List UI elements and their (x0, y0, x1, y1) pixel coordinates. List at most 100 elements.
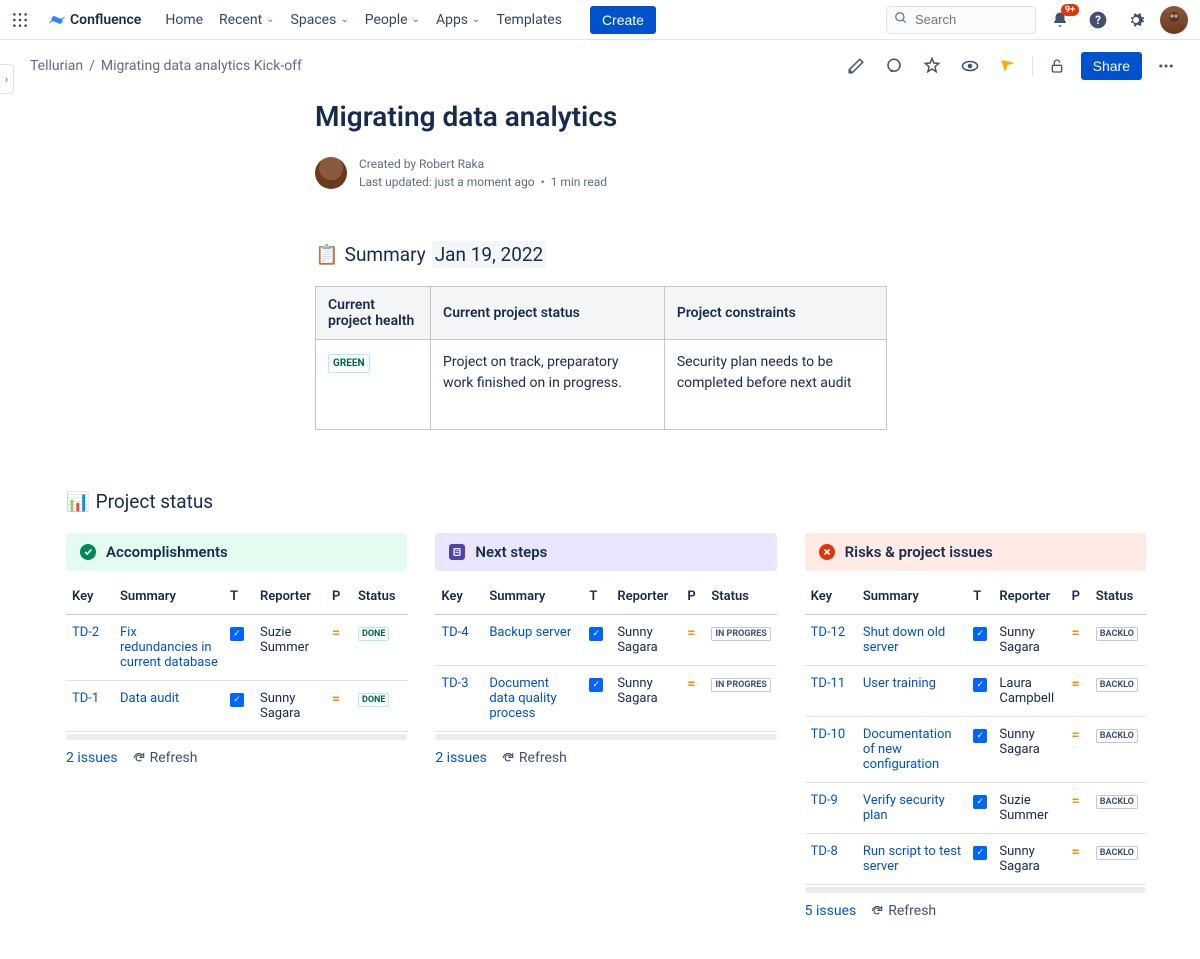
more-actions-icon[interactable] (1152, 52, 1180, 80)
star-icon[interactable] (918, 52, 946, 80)
issue-summary[interactable]: Data audit (120, 691, 179, 706)
task-type-icon: ✓ (230, 627, 244, 641)
accomplishments-column: Accomplishments KeySummaryTReporterPStat… (66, 533, 407, 766)
status-lozenge: BACKLO (1096, 846, 1138, 860)
share-button[interactable]: Share (1081, 52, 1142, 80)
project-status-heading: 📊 Project status (66, 490, 1146, 513)
issue-summary[interactable]: User training (863, 676, 936, 691)
issue-key[interactable]: TD-10 (811, 727, 846, 742)
comment-icon[interactable] (880, 52, 908, 80)
author-avatar[interactable] (315, 157, 347, 189)
priority-icon: = (1072, 727, 1080, 743)
issues-count-link[interactable]: 2 issues (66, 750, 118, 766)
priority-icon: = (687, 676, 695, 692)
table-row: TD-1Data audit✓Sunny Sagara=DONE (66, 681, 408, 732)
edit-icon[interactable] (842, 52, 870, 80)
col-header: T (583, 579, 611, 615)
app-switcher-icon[interactable] (12, 10, 32, 30)
issue-key[interactable]: TD-2 (72, 625, 99, 640)
issue-summary[interactable]: Document data quality process (489, 676, 556, 721)
watch-icon[interactable] (956, 52, 984, 80)
status-lozenge: BACKLO (1096, 795, 1138, 809)
nav-templates[interactable]: Templates (488, 6, 570, 34)
col-header: P (1066, 579, 1090, 615)
table-row: TD-12Shut down old server✓Sunny Sagara=B… (805, 615, 1146, 666)
reporter: Sunny Sagara (611, 666, 681, 732)
nav-spaces[interactable]: Spaces⌄ (283, 6, 357, 34)
issue-key[interactable]: TD-11 (811, 676, 846, 691)
status-lozenge: BACKLO (1096, 729, 1138, 743)
expand-sidebar-button[interactable]: › (0, 64, 14, 94)
issue-summary[interactable]: Backup server (489, 625, 571, 640)
priority-icon: = (332, 691, 340, 707)
settings-icon[interactable] (1122, 6, 1150, 34)
scroll-indicator[interactable] (66, 734, 407, 740)
search-icon (894, 11, 908, 29)
issues-count-link[interactable]: 5 issues (805, 903, 857, 919)
task-type-icon: ✓ (973, 846, 987, 860)
reporter: Sunny Sagara (993, 834, 1065, 885)
issue-key[interactable]: TD-3 (441, 676, 468, 691)
priority-icon: = (1072, 793, 1080, 809)
risks-table: KeySummaryTReporterPStatus TD-12Shut dow… (805, 579, 1146, 885)
refresh-button[interactable]: Refresh (132, 750, 198, 766)
nav-apps[interactable]: Apps⌄ (428, 6, 488, 34)
col-header: Status (1090, 579, 1146, 615)
task-type-icon: ✓ (973, 678, 987, 692)
nav-people[interactable]: People⌄ (357, 6, 428, 34)
issue-summary[interactable]: Verify security plan (863, 793, 945, 823)
refresh-button[interactable]: Refresh (870, 903, 936, 919)
top-nav: Confluence HomeRecent⌄Spaces⌄People⌄Apps… (0, 0, 1200, 40)
health-badge: GREEN (328, 354, 370, 373)
col-header: P (326, 579, 352, 615)
breadcrumb-page[interactable]: Migrating data analytics Kick-off (101, 58, 302, 74)
chevron-down-icon: ⌄ (412, 14, 420, 25)
presenter-icon[interactable] (994, 52, 1022, 80)
create-button[interactable]: Create (590, 6, 656, 34)
restrictions-icon[interactable] (1043, 52, 1071, 80)
issue-key[interactable]: TD-4 (441, 625, 468, 640)
nav-recent[interactable]: Recent⌄ (211, 6, 283, 34)
error-circle-icon (819, 544, 835, 560)
issue-key[interactable]: TD-12 (811, 625, 846, 640)
reporter: Laura Campbell (993, 666, 1065, 717)
status-lozenge: DONE (358, 627, 389, 641)
col-header: T (967, 579, 993, 615)
summary-date: Jan 19, 2022 (432, 241, 547, 268)
refresh-button[interactable]: Refresh (501, 750, 567, 766)
accomplishments-header: Accomplishments (66, 533, 407, 571)
issue-summary[interactable]: Documentation of new configuration (863, 727, 952, 772)
col-header: Summary (114, 579, 224, 615)
summary-col: Current project health (316, 287, 431, 340)
issue-key[interactable]: TD-1 (72, 691, 99, 706)
search-input[interactable] (886, 6, 1036, 34)
notification-badge: 9+ (1061, 4, 1079, 16)
col-header: Summary (857, 579, 967, 615)
col-header: Status (352, 579, 408, 615)
confluence-logo[interactable]: Confluence (48, 11, 141, 29)
issue-key[interactable]: TD-9 (811, 793, 838, 808)
scroll-indicator[interactable] (435, 734, 776, 740)
chevron-down-icon: ⌄ (340, 14, 348, 25)
issues-count-link[interactable]: 2 issues (435, 750, 487, 766)
issue-key[interactable]: TD-8 (811, 844, 838, 859)
table-row: TD-4Backup server✓Sunny Sagara=IN PROGRE… (435, 615, 777, 666)
help-icon[interactable]: ? (1084, 6, 1112, 34)
risks-column: Risks & project issues KeySummaryTReport… (805, 533, 1146, 919)
nav-home[interactable]: Home (157, 6, 211, 34)
notifications-icon[interactable]: 9+ (1046, 6, 1074, 34)
accomplishments-table: KeySummaryTReporterPStatus TD-2Fix redun… (66, 579, 408, 732)
svg-text:?: ? (1095, 13, 1101, 27)
task-type-icon: ✓ (589, 627, 603, 641)
note-icon (449, 544, 465, 560)
issue-summary[interactable]: Shut down old server (863, 625, 945, 655)
profile-avatar[interactable] (1160, 6, 1188, 34)
issue-summary[interactable]: Run script to test server (863, 844, 961, 874)
status-lozenge: IN PROGRES (711, 678, 771, 692)
issue-summary[interactable]: Fix redundancies in current database (120, 625, 218, 670)
search-container (886, 6, 1036, 34)
breadcrumb-space[interactable]: Tellurian (30, 58, 83, 74)
scroll-indicator[interactable] (805, 887, 1146, 893)
col-header: Status (705, 579, 777, 615)
task-type-icon: ✓ (973, 729, 987, 743)
